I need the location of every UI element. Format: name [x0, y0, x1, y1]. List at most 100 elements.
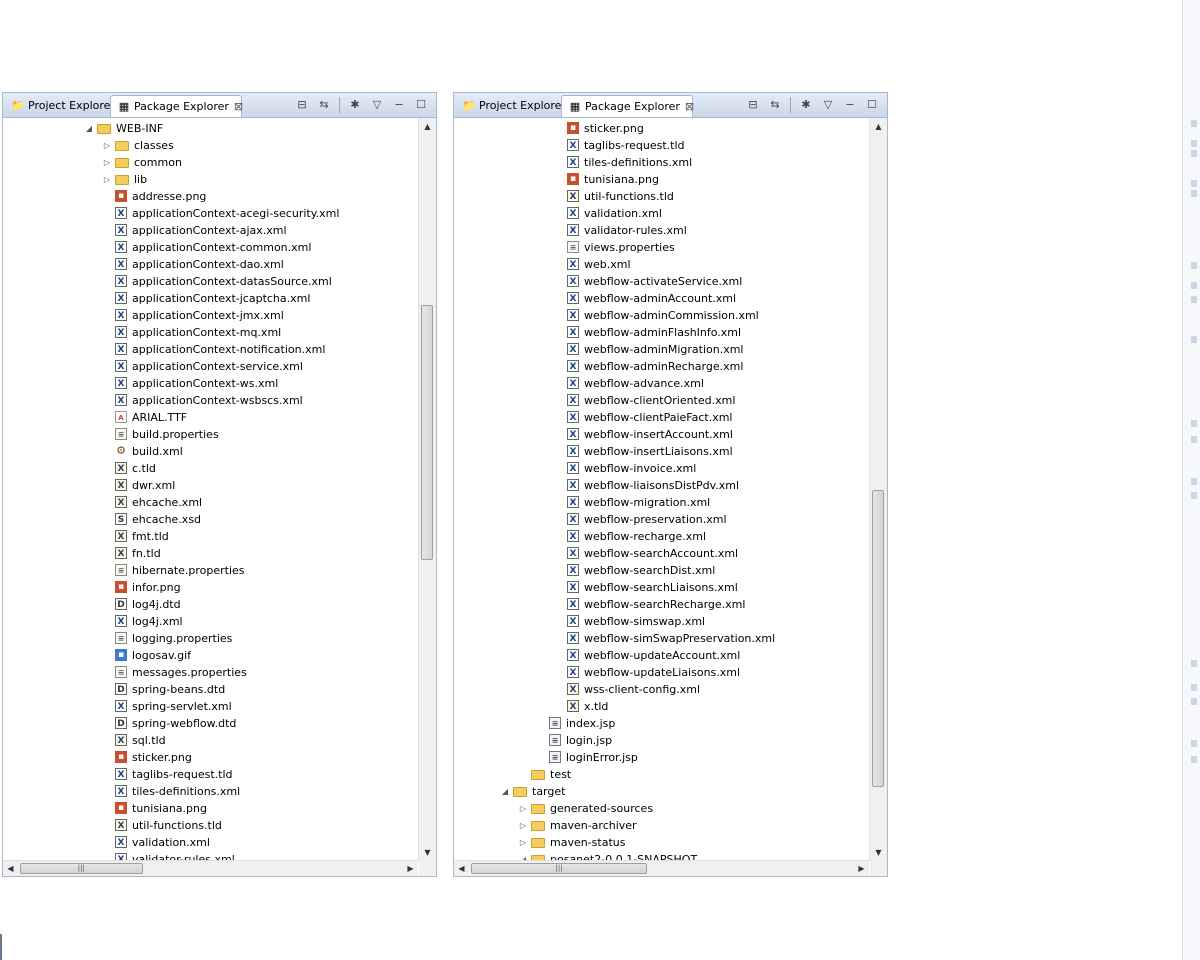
tree-file-row[interactable]: Xwebflow-liaisonsDistPdv.xml [454, 477, 869, 494]
scrollbar-thumb[interactable]: ||| [20, 863, 143, 874]
tree-folder-row[interactable]: ◢ WEB-INF [3, 120, 418, 137]
tree-file-row[interactable]: ▪ infor.png [3, 579, 418, 596]
tree-file-row[interactable]: Xwebflow-insertAccount.xml [454, 426, 869, 443]
tree-file-row[interactable]: Xwebflow-recharge.xml [454, 528, 869, 545]
tree-file-row[interactable]: Xwebflow-searchLiaisons.xml [454, 579, 869, 596]
tree-file-row[interactable]: Xwebflow-adminRecharge.xml [454, 358, 869, 375]
tree-file-row[interactable]: Xwebflow-updateAccount.xml [454, 647, 869, 664]
scroll-up-icon[interactable]: ▲ [870, 118, 887, 135]
tree-file-row[interactable]: Xweb.xml [454, 256, 869, 273]
tree-file-row[interactable]: XapplicationContext-service.xml [3, 358, 418, 375]
tree-file-row[interactable]: Xwebflow-advance.xml [454, 375, 869, 392]
tree-file-row[interactable]: Xsql.tld [3, 732, 418, 749]
tree-folder-row[interactable]: ▷ maven-status [454, 834, 869, 851]
tree-file-row[interactable]: Xehcache.xml [3, 494, 418, 511]
tree-file-row[interactable]: Sehcache.xsd [3, 511, 418, 528]
tree-file-row[interactable]: Dspring-webflow.dtd [3, 715, 418, 732]
vertical-scrollbar[interactable]: ▲ ▼ [418, 118, 436, 861]
tree-file-row[interactable]: Xwebflow-clientPaieFact.xml [454, 409, 869, 426]
tree-file-row[interactable]: Xx.tld [454, 698, 869, 715]
tree-file-row[interactable]: Xc.tld [3, 460, 418, 477]
tree-file-row[interactable]: ≡ login.jsp [454, 732, 869, 749]
scroll-down-icon[interactable]: ▼ [870, 844, 887, 861]
tree-file-row[interactable]: ⚙ build.xml [3, 443, 418, 460]
tree-file-row[interactable]: ≡ messages.properties [3, 664, 418, 681]
tree-folder-row[interactable]: test [454, 766, 869, 783]
scroll-down-icon[interactable]: ▼ [419, 844, 436, 861]
tree-file-row[interactable]: Xwebflow-preservation.xml [454, 511, 869, 528]
focus-task-icon[interactable]: ✱ [346, 96, 364, 114]
tree-folder-row[interactable]: ◢ target [454, 783, 869, 800]
tree-file-row[interactable]: Xwebflow-adminAccount.xml [454, 290, 869, 307]
tree-file-row[interactable]: ▪ tunisiana.png [3, 800, 418, 817]
horizontal-scrollbar[interactable]: ◀ ||| ▶ [3, 860, 418, 876]
close-icon[interactable]: ⊠ [234, 100, 243, 113]
maximize-icon[interactable]: ☐ [863, 96, 881, 114]
tree-file-row[interactable]: XapplicationContext-dao.xml [3, 256, 418, 273]
link-with-editor-icon[interactable]: ⇆ [766, 96, 784, 114]
tree-file-row[interactable]: Xwebflow-activateService.xml [454, 273, 869, 290]
tree-file-row[interactable]: XapplicationContext-jcaptcha.xml [3, 290, 418, 307]
expanded-twisty-icon[interactable]: ◢ [84, 120, 94, 137]
tree-file-row[interactable]: Xwebflow-adminCommission.xml [454, 307, 869, 324]
tree-file-row[interactable]: XapplicationContext-ws.xml [3, 375, 418, 392]
tree-file-row[interactable]: Xwebflow-searchDist.xml [454, 562, 869, 579]
tree-file-row[interactable]: Xwebflow-insertLiaisons.xml [454, 443, 869, 460]
tree-file-row[interactable]: Xfmt.tld [3, 528, 418, 545]
collapsed-twisty-icon[interactable]: ▷ [518, 834, 528, 851]
tree-file-row[interactable]: XapplicationContext-wsbscs.xml [3, 392, 418, 409]
tree-file-row[interactable]: Xwebflow-searchAccount.xml [454, 545, 869, 562]
minimize-icon[interactable]: − [841, 96, 859, 114]
scroll-right-icon[interactable]: ▶ [854, 861, 869, 876]
tree-file-row[interactable]: ≡ build.properties [3, 426, 418, 443]
scrollbar-thumb[interactable] [872, 489, 884, 788]
tree-file-row[interactable]: Xwss-client-config.xml [454, 681, 869, 698]
tree-file-row[interactable]: ▪ sticker.png [3, 749, 418, 766]
tree-file-row[interactable]: XapplicationContext-jmx.xml [3, 307, 418, 324]
tree-file-row[interactable]: Xwebflow-adminMigration.xml [454, 341, 869, 358]
tree-file-row[interactable]: Dlog4j.dtd [3, 596, 418, 613]
tree-file-row[interactable]: XapplicationContext-datasSource.xml [3, 273, 418, 290]
tree-file-row[interactable]: Xutil-functions.tld [454, 188, 869, 205]
tree-folder-row[interactable]: ▷ lib [3, 171, 418, 188]
tree-file-row[interactable]: Dspring-beans.dtd [3, 681, 418, 698]
tab-project-explorer[interactable]: 📁 Project Explorer [456, 95, 566, 116]
tree-file-row[interactable]: XapplicationContext-mq.xml [3, 324, 418, 341]
tree-file-row[interactable]: Xwebflow-migration.xml [454, 494, 869, 511]
collapsed-twisty-icon[interactable]: ▷ [102, 137, 112, 154]
tree-file-row[interactable]: Xtiles-definitions.xml [3, 783, 418, 800]
tree-file-row[interactable]: Xwebflow-invoice.xml [454, 460, 869, 477]
collapsed-twisty-icon[interactable]: ▷ [518, 817, 528, 834]
link-with-editor-icon[interactable]: ⇆ [315, 96, 333, 114]
tree-file-row[interactable]: ≡ index.jsp [454, 715, 869, 732]
expanded-twisty-icon[interactable]: ◢ [500, 783, 510, 800]
tree-file-row[interactable]: Xvalidator-rules.xml [454, 222, 869, 239]
tree-file-row[interactable]: XapplicationContext-acegi-security.xml [3, 205, 418, 222]
tree-file-row[interactable]: XapplicationContext-common.xml [3, 239, 418, 256]
tree-file-row[interactable]: ≡ loginError.jsp [454, 749, 869, 766]
tab-package-explorer[interactable]: ▦ Package Explorer ⊠ [561, 95, 694, 117]
collapsed-twisty-icon[interactable]: ▷ [102, 171, 112, 188]
tree-file-row[interactable]: Xtiles-definitions.xml [454, 154, 869, 171]
tree-file-row[interactable]: Xwebflow-clientOriented.xml [454, 392, 869, 409]
tree-file-row[interactable]: Xwebflow-simswap.xml [454, 613, 869, 630]
tree-file-row[interactable]: Xwebflow-adminFlashInfo.xml [454, 324, 869, 341]
collapse-all-icon[interactable]: ⊟ [744, 96, 762, 114]
tree-folder-row[interactable]: ▷ classes [3, 137, 418, 154]
vertical-scrollbar[interactable]: ▲ ▼ [869, 118, 887, 861]
scroll-left-icon[interactable]: ◀ [454, 861, 469, 876]
tree-file-row[interactable]: ≡ hibernate.properties [3, 562, 418, 579]
tree-file-row[interactable]: Xvalidation.xml [454, 205, 869, 222]
tree-file-row[interactable]: Xspring-servlet.xml [3, 698, 418, 715]
tree-file-row[interactable]: Xfn.tld [3, 545, 418, 562]
tree-file-row[interactable]: XapplicationContext-ajax.xml [3, 222, 418, 239]
tree-file-row[interactable]: ▪ tunisiana.png [454, 171, 869, 188]
tree-file-row[interactable]: ≡ views.properties [454, 239, 869, 256]
tree-file-row[interactable]: Xwebflow-updateLiaisons.xml [454, 664, 869, 681]
tree-file-row[interactable]: Xtaglibs-request.tld [3, 766, 418, 783]
collapsed-twisty-icon[interactable]: ▷ [518, 800, 528, 817]
tree-file-row[interactable]: XapplicationContext-notification.xml [3, 341, 418, 358]
tree-file-row[interactable]: ≡ logging.properties [3, 630, 418, 647]
view-menu-icon[interactable]: ▽ [368, 96, 386, 114]
tree-file-row[interactable]: ▪ logosav.gif [3, 647, 418, 664]
